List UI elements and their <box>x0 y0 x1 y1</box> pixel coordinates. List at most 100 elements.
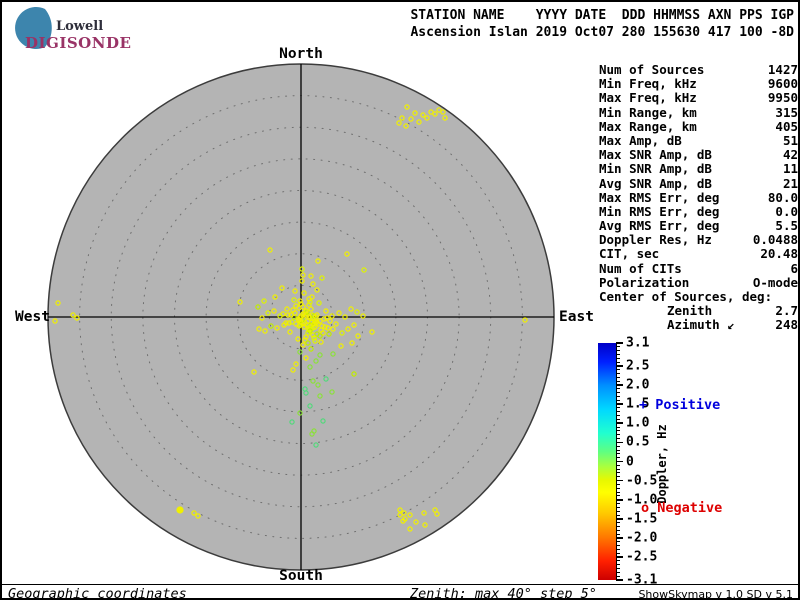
compass-label-north: North <box>279 46 323 62</box>
stat-label: Avg RMS Err, deg <box>599 218 720 234</box>
colorbar-minor-tick <box>616 464 620 466</box>
stat-value: 9600 <box>767 76 798 92</box>
colorbar-minor-tick <box>616 357 620 359</box>
stat-label: Center of Sources, deg: <box>599 289 773 304</box>
colorbar-major-tick <box>616 518 623 520</box>
colorbar-minor-tick <box>616 476 620 478</box>
header-column-titles: STATION NAME YYYY DATE DDD HHMMSS AXN PP… <box>410 8 794 23</box>
stat-row: Min Range, km 315 <box>599 104 798 120</box>
colorbar-minor-tick <box>616 548 620 550</box>
stat-row: Max SNR Amp, dB 42 <box>599 147 798 163</box>
colorbar-minor-tick <box>616 430 620 432</box>
stat-row: Min SNR Amp, dB 11 <box>599 162 798 176</box>
compass-label-south: South <box>279 568 323 584</box>
colorbar-minor-tick <box>616 491 620 493</box>
colorbar-major-tick <box>616 537 623 539</box>
colorbar-tick-label: -0.5 <box>626 473 658 489</box>
colorbar-minor-tick <box>616 472 620 474</box>
colorbar-minor-tick <box>616 545 620 547</box>
colorbar-minor-tick <box>616 533 620 535</box>
stat-value: O-mode <box>752 274 798 290</box>
colorbar-minor-tick <box>616 353 620 355</box>
stat-row: Azimuth ↙ 248 <box>599 318 798 332</box>
stat-label: Min RMS Err, deg <box>599 203 720 219</box>
colorbar-major-tick <box>616 365 623 367</box>
colorbar-tick-label: -3.1 <box>626 572 658 588</box>
stat-label: Avg SNR Amp, dB <box>599 175 712 191</box>
colorbar-ticks: 3.1 2.5 2.0 1.5 1.0 0.5 0 -0.5 -1.0 -1.5 -2.0 -2.5-… <box>616 336 658 588</box>
colorbar-minor-tick <box>616 453 620 455</box>
stat-row: Avg SNR Amp, dB 21 <box>599 175 798 191</box>
colorbar-minor-tick <box>616 392 620 394</box>
stat-label: Num of CITs <box>599 260 682 276</box>
stat-label: Max RMS Err, deg <box>599 189 720 205</box>
colorbar-minor-tick <box>616 529 620 531</box>
stat-value: 0.0488 <box>752 232 798 248</box>
colorbar-major-tick <box>616 579 623 581</box>
stat-label: Azimuth ↙ <box>667 317 735 333</box>
stat-value: 248 <box>775 317 798 333</box>
stat-value: 11 <box>782 161 798 177</box>
colorbar-minor-tick <box>616 415 620 417</box>
compass-label-west: West <box>15 309 50 325</box>
stat-label: Polarization <box>599 274 690 290</box>
colorbar-minor-tick <box>616 369 620 371</box>
colorbar-minor-tick <box>616 373 620 375</box>
footer-coordinates-label: Geographic coordinates <box>8 586 187 600</box>
stat-label: CIT, sec <box>599 246 660 262</box>
colorbar-tick-label: 0.5 <box>626 434 650 450</box>
compass-label-east: East <box>559 309 594 325</box>
stat-row: Doppler Res, Hz 0.0488 <box>599 233 798 247</box>
stat-label: Doppler Res, Hz <box>599 232 712 248</box>
colorbar-minor-tick <box>616 350 620 352</box>
stat-value: 51 <box>782 132 798 148</box>
stat-value: 20.48 <box>760 246 798 262</box>
colorbar-minor-tick <box>616 552 620 554</box>
colorbar-minor-tick <box>616 575 620 577</box>
colorbar-minor-tick <box>616 346 620 348</box>
stat-label: Max SNR Amp, dB <box>599 147 712 163</box>
stat-value: 405 <box>775 118 798 134</box>
stat-value: 9950 <box>767 90 798 106</box>
logo-text-digisonde: DIGISONDE <box>25 34 132 52</box>
stat-row: Num of Sources 1427 <box>599 62 798 77</box>
colorbar-minor-tick <box>616 426 620 428</box>
colorbar-tick-label: 2.0 <box>626 377 650 393</box>
colorbar-minor-tick <box>616 445 620 447</box>
colorbar-minor-tick <box>616 506 620 508</box>
doppler-colorbar <box>598 343 616 580</box>
colorbar-minor-tick <box>616 361 620 363</box>
stat-label: Max Freq, kHz <box>599 90 697 106</box>
stat-row: Max Range, km 405 <box>599 118 798 134</box>
stat-row: Max RMS Err, deg 80.0 <box>599 189 798 205</box>
colorbar-major-tick <box>616 384 623 386</box>
colorbar-minor-tick <box>616 407 620 409</box>
stat-label: Min SNR Amp, dB <box>599 161 712 177</box>
stat-value: 315 <box>775 104 798 120</box>
stat-row: Avg RMS Err, deg 5.5 <box>599 218 798 234</box>
footer-zenith-range-label: Zenith: max 40° step 5° <box>410 586 597 600</box>
stat-row: CIT, sec 20.48 <box>599 247 798 261</box>
footer-version-label: ShowSkymap v 1.0 SD v 5.1 <box>638 588 793 600</box>
stat-label: Max Range, km <box>599 118 697 134</box>
colorbar-major-tick <box>616 479 623 482</box>
colorbar-minor-tick <box>616 568 620 570</box>
colorbar-major-tick <box>616 342 623 344</box>
stat-label: Zenith <box>667 303 713 319</box>
stat-label: Num of Sources <box>599 62 705 77</box>
colorbar-minor-tick <box>616 503 620 505</box>
stat-row: Min RMS Err, deg 0.0 <box>599 203 798 219</box>
colorbar-minor-tick <box>616 418 620 420</box>
stat-row: Num of CITs 6 <box>599 260 798 276</box>
colorbar-tick-label: 1.0 <box>626 415 650 431</box>
stat-row: Polarization O-mode <box>599 274 798 290</box>
stat-value: 1427 <box>767 62 798 77</box>
colorbar-minor-tick <box>616 411 620 413</box>
colorbar-tick-label: -2.0 <box>626 530 658 546</box>
negative-doppler-legend: o Negative <box>641 500 723 516</box>
colorbar-tick-label: -2.5 <box>626 549 658 565</box>
colorbar-minor-tick <box>616 541 620 543</box>
stat-value: 2.7 <box>775 303 798 319</box>
colorbar-minor-tick <box>616 388 620 390</box>
colorbar-axis-label: Doppler, Hz <box>655 424 669 504</box>
